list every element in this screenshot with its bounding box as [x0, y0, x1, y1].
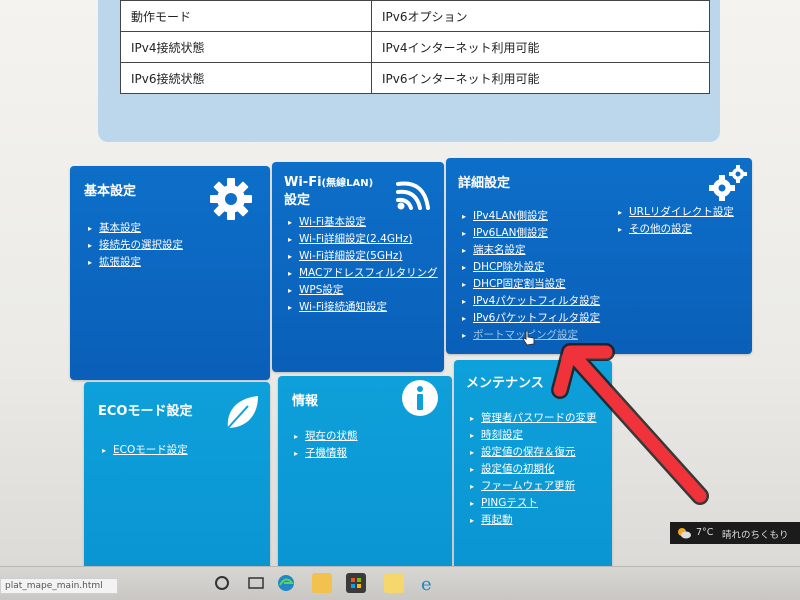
red-arrow-annotation: [551, 343, 709, 505]
screen: 動作モード IPv6オプション IPv4接続状態 IPv4インターネット利用可能…: [0, 0, 800, 600]
